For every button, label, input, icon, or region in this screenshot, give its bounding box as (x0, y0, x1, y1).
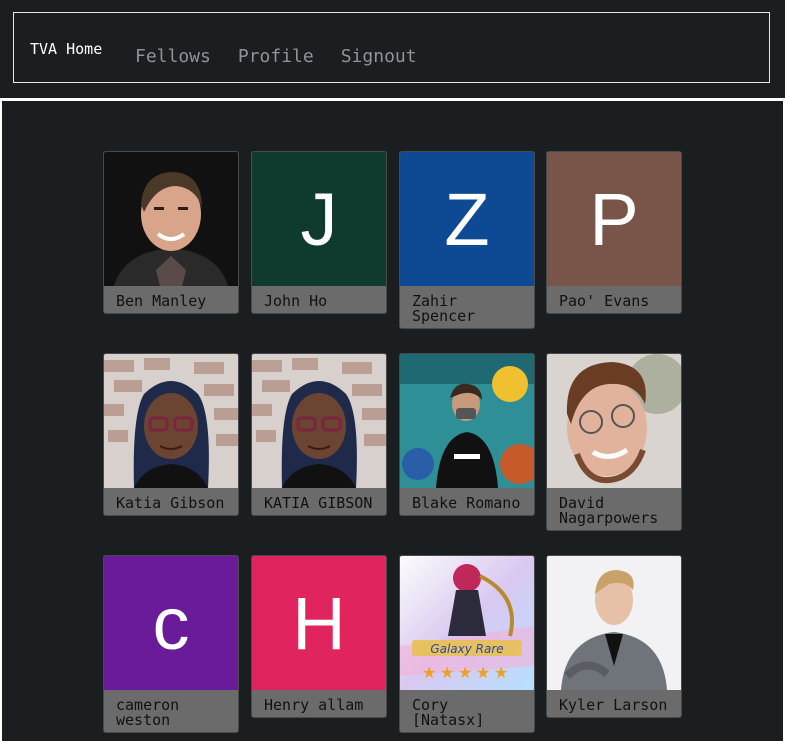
top-navbar: TVA Home Fellows Profile Signout (0, 0, 785, 98)
fellows-page: Ben Manley J John Ho Z Zahir Spencer P Pao' Ev… (2, 101, 783, 741)
fellow-name: John Ho (264, 292, 328, 310)
fellow-card[interactable]: David Nagarpowers (546, 353, 682, 531)
fellow-photo (547, 354, 681, 488)
fellow-initial-avatar: c (104, 556, 238, 690)
fellow-card[interactable]: Kyler Larson (546, 555, 682, 718)
fellow-photo (104, 152, 238, 286)
fellow-name: KATIA GIBSON (264, 494, 373, 512)
fellow-initial-avatar: Z (400, 152, 534, 286)
fellow-card[interactable]: H Henry allam (251, 555, 387, 718)
fellow-initial-avatar: J (252, 152, 386, 286)
fellow-name: Kyler Larson (559, 696, 668, 714)
fellow-name: Zahir Spencer (412, 292, 476, 325)
fellow-name: Henry allam (264, 696, 364, 714)
fellow-card[interactable]: Katia Gibson (103, 353, 239, 516)
fellow-card[interactable]: P Pao' Evans (546, 151, 682, 314)
fellow-name: Pao' Evans (559, 292, 650, 310)
fellow-card[interactable]: c cameron weston (103, 555, 239, 733)
fellow-card[interactable]: Ben Manley (103, 151, 239, 314)
fellow-initial-avatar: H (252, 556, 386, 690)
brand-home-link[interactable]: TVA Home (30, 40, 102, 58)
fellow-card[interactable]: J John Ho (251, 151, 387, 314)
svg-text:★: ★ (440, 663, 454, 682)
fellow-initial-avatar: P (547, 152, 681, 286)
fellow-photo (252, 354, 386, 488)
fellow-card[interactable]: Z Zahir Spencer (399, 151, 535, 329)
fellow-card[interactable]: KATIA GIBSON (251, 353, 387, 516)
fellow-name: David Nagarpowers (559, 494, 659, 527)
nav-signout-link[interactable]: Signout (341, 46, 417, 67)
fellow-initial-letter: H (292, 581, 346, 665)
fellow-initial-letter: Z (444, 177, 490, 261)
fellow-initial-letter: J (300, 177, 338, 261)
fellow-photo (547, 556, 681, 690)
fellow-name: Katia Gibson (116, 494, 225, 512)
nav-links: Fellows Profile Signout (135, 46, 417, 67)
fellow-photo (400, 354, 534, 488)
fellow-initial-letter: P (589, 177, 639, 261)
fellow-name: cameron weston (116, 696, 180, 729)
fellow-card[interactable]: Galaxy Rare ★ ★ ★ ★ ★ Cory [Natasx] (399, 555, 535, 733)
fellow-photo: Galaxy Rare ★ ★ ★ ★ ★ (400, 556, 534, 690)
nav-fellows-link[interactable]: Fellows (135, 46, 211, 67)
fellow-name: Cory [Natasx] (412, 696, 485, 729)
navbar-frame: TVA Home Fellows Profile Signout (13, 12, 770, 83)
svg-text:Galaxy Rare: Galaxy Rare (430, 642, 503, 656)
fellow-name: Blake Romano (412, 494, 521, 512)
nav-profile-link[interactable]: Profile (238, 46, 314, 67)
fellow-photo (104, 354, 238, 488)
svg-text:★: ★ (458, 663, 472, 682)
svg-text:★: ★ (476, 663, 490, 682)
fellow-name: Ben Manley (116, 292, 207, 310)
svg-text:★: ★ (494, 663, 508, 682)
svg-text:★: ★ (422, 663, 436, 682)
fellow-card[interactable]: Blake Romano (399, 353, 535, 516)
fellow-initial-letter: c (152, 581, 190, 665)
